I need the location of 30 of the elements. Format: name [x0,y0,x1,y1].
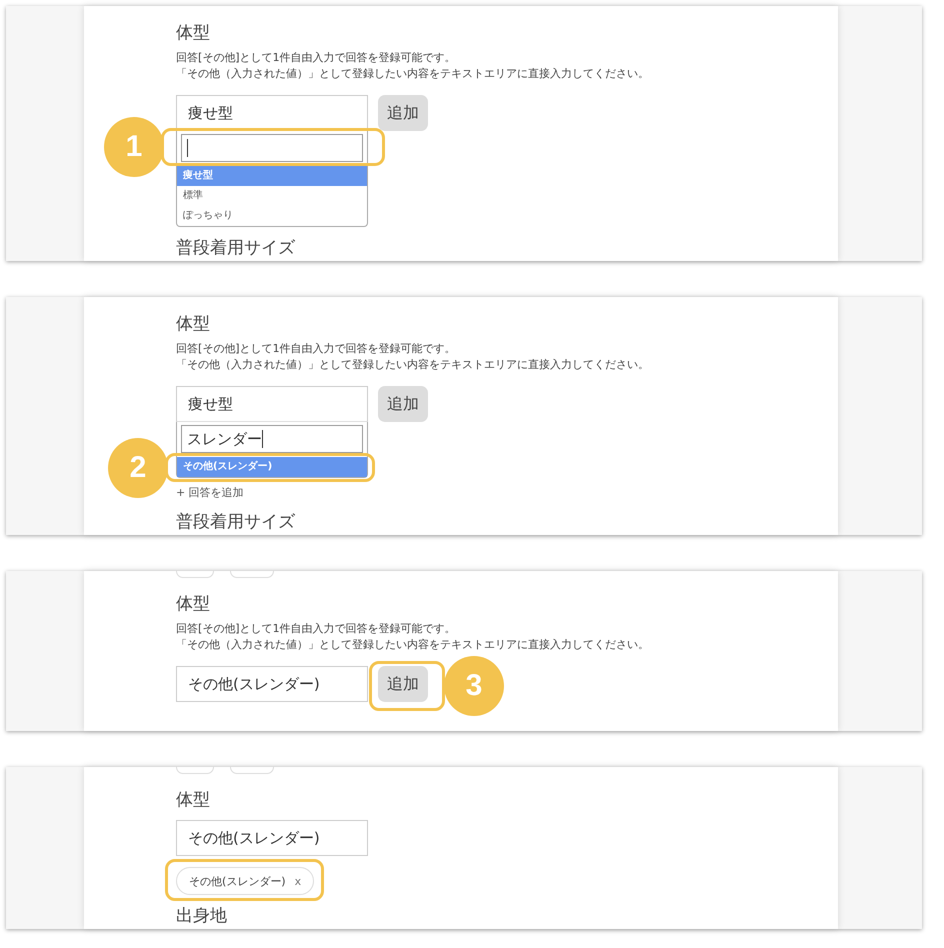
section-title: 出身地 [176,905,227,927]
add-button[interactable]: 追加 [378,386,428,422]
step-number-badge: 3 [444,656,504,716]
step-number-badge: 1 [104,117,164,177]
remove-tag-button[interactable]: x [294,874,302,888]
select-field[interactable]: その他(スレンダー) [176,666,368,702]
help-text: 回答[その他]として1件自由入力で回答を登録可能です。 [176,621,457,637]
dropdown-option[interactable]: ぽっちゃり [177,206,367,226]
dropdown-option[interactable]: 標準 [177,186,367,206]
section-title: 体型 [176,789,210,811]
help-text: 回答[その他]として1件自由入力で回答を登録可能です。 [176,50,457,66]
select-field[interactable]: 痩せ型 [176,95,368,131]
section-title: 体型 [176,22,210,44]
section-title: 体型 [176,313,210,335]
add-button[interactable]: 追加 [378,95,428,131]
select-field[interactable]: その他(スレンダー) [176,820,368,856]
section-title: 普段着用サイズ [176,511,295,533]
help-text: 「その他（入力された値）」として登録したい内容をテキストエリアに直接入力してください。 [176,66,649,82]
help-text: 回答[その他]として1件自由入力で回答を登録可能です。 [176,341,457,357]
add-answer-link[interactable]: + 回答を追加 [176,485,368,501]
search-field[interactable] [181,134,363,162]
add-button[interactable]: 追加 [378,666,428,702]
select-field[interactable]: 痩せ型 [176,386,368,422]
search-field[interactable]: スレンダー [181,425,363,453]
step-number-badge: 2 [108,438,168,498]
help-text: 「その他（入力された値）」として登録したい内容をテキストエリアに直接入力してください。 [176,357,649,373]
section-title: 普段着用サイズ [176,237,295,259]
section-title: 体型 [176,593,210,615]
tag-label: その他(スレンダー) [189,874,286,888]
help-text: 「その他（入力された値）」として登録したい内容をテキストエリアに直接入力してください。 [176,637,649,653]
